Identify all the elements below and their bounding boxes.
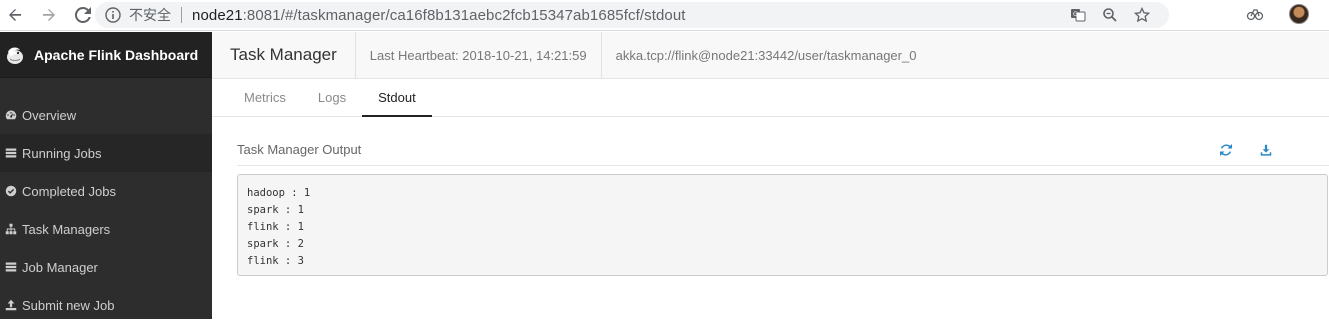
page-header: Task Manager Last Heartbeat: 2018-10-21,… — [212, 32, 1329, 79]
svg-text:G: G — [1073, 11, 1078, 18]
stdout-output: hadoop : 1 spark : 1 flink : 1 spark : 2… — [237, 174, 1328, 276]
list-icon — [4, 260, 18, 274]
sidebar-item-job-manager[interactable]: Job Manager — [0, 248, 212, 286]
zoom-icon[interactable] — [1101, 6, 1119, 24]
tab-bar: Metrics Logs Stdout — [212, 79, 1329, 117]
main-content: Task Manager Last Heartbeat: 2018-10-21,… — [212, 32, 1329, 319]
sidebar-item-running-jobs[interactable]: Running Jobs — [0, 134, 212, 172]
sidebar-item-task-managers[interactable]: Task Managers — [0, 210, 212, 248]
bookmark-star-icon[interactable] — [1133, 6, 1151, 24]
output-line: flink : 3 — [247, 255, 304, 267]
url-text[interactable]: node21:8081/#/taskmanager/ca16f8b131aebc… — [192, 7, 686, 24]
back-icon[interactable] — [2, 2, 28, 28]
sidebar-item-label: Running Jobs — [22, 145, 102, 161]
sidebar-item-submit-new-job[interactable]: Submit new Job — [0, 286, 212, 324]
sidebar: Apache Flink Dashboard Overview Running … — [0, 32, 212, 319]
sidebar-item-label: Job Manager — [22, 259, 98, 275]
sidebar-item-label: Overview — [22, 107, 77, 123]
translate-icon[interactable]: G — [1069, 6, 1087, 24]
browser-toolbar: 不安全 node21:8081/#/taskmanager/ca16f8b131… — [0, 0, 1329, 31]
tab-stdout[interactable]: Stdout — [362, 79, 432, 117]
sidebar-nav: Overview Running Jobs Completed Jobs Tas… — [0, 96, 212, 324]
heartbeat-info: Last Heartbeat: 2018-10-21, 14:21:59 — [356, 32, 602, 78]
output-panel: Task Manager Output hadoop : 1 spark : 1… — [237, 134, 1329, 276]
brand[interactable]: Apache Flink Dashboard — [0, 32, 212, 78]
sitemap-icon — [4, 222, 18, 236]
upload-icon — [4, 298, 18, 312]
security-status: 不安全 — [129, 8, 171, 24]
sidebar-item-overview[interactable]: Overview — [0, 96, 212, 134]
brand-title: Apache Flink Dashboard — [34, 46, 199, 63]
forward-icon[interactable] — [36, 2, 62, 28]
sidebar-item-completed-jobs[interactable]: Completed Jobs — [0, 172, 212, 210]
sidebar-item-label: Submit new Job — [22, 297, 115, 313]
address-bar[interactable]: 不安全 node21:8081/#/taskmanager/ca16f8b131… — [95, 2, 1169, 28]
tasks-icon — [4, 146, 18, 160]
dashboard-icon — [4, 108, 18, 122]
output-line: spark : 2 — [247, 238, 304, 250]
divider — [181, 7, 182, 23]
info-icon[interactable] — [105, 7, 121, 23]
reload-icon[interactable] — [70, 2, 96, 28]
sidebar-item-label: Completed Jobs — [22, 183, 116, 199]
output-line: flink : 1 — [247, 221, 304, 233]
check-circle-icon — [4, 184, 18, 198]
taskmanager-address: akka.tcp://flink@node21:33442/user/taskm… — [615, 47, 917, 63]
page-title: Task Manager — [212, 32, 356, 78]
output-line: spark : 1 — [247, 204, 304, 216]
url-path: :8081/#/taskmanager/ca16f8b131aebc2fcb15… — [242, 6, 686, 24]
tab-logs[interactable]: Logs — [302, 79, 362, 116]
refresh-icon[interactable] — [1219, 143, 1233, 157]
extension-icon[interactable] — [1245, 4, 1265, 24]
sidebar-item-label: Task Managers — [22, 221, 111, 237]
url-host: node21 — [192, 6, 243, 24]
profile-avatar[interactable] — [1289, 4, 1309, 24]
tab-metrics[interactable]: Metrics — [228, 79, 302, 116]
output-line: hadoop : 1 — [247, 187, 311, 199]
download-icon[interactable] — [1259, 143, 1273, 157]
panel-header: Task Manager Output — [237, 134, 1329, 166]
flink-logo-icon — [4, 44, 26, 66]
panel-title: Task Manager Output — [237, 142, 362, 157]
